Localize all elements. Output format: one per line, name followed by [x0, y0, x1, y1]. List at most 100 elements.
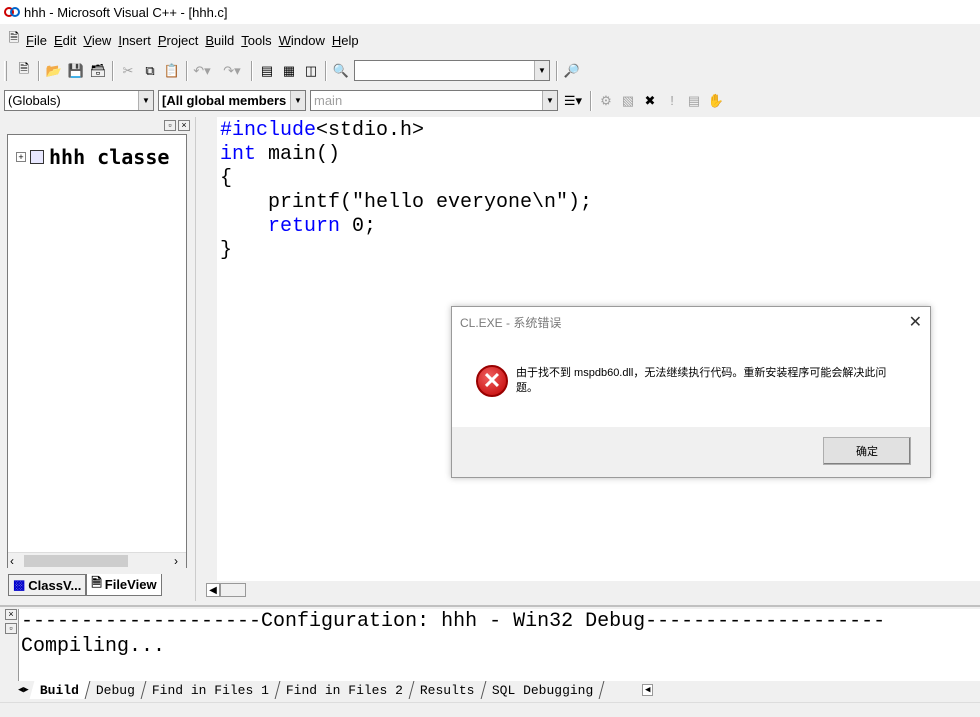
find-in-files-icon[interactable]: 🔍 [330, 60, 352, 82]
menu-help[interactable]: Help [332, 33, 359, 48]
scroll-left-icon[interactable]: ◀ [206, 583, 220, 597]
redo-icon[interactable]: ↷▾ [221, 60, 243, 82]
execute-icon[interactable]: ! [661, 90, 683, 112]
tab-scroll-left-icon[interactable]: ◀▶ [18, 685, 29, 695]
cut-icon[interactable]: ✂ [117, 60, 139, 82]
paste-icon[interactable]: 📋 [161, 60, 183, 82]
build-icon[interactable]: ▧ [617, 90, 639, 112]
go-icon[interactable]: ▤ [683, 90, 705, 112]
error-icon: ✕ [476, 365, 508, 397]
toolbar-separator [186, 60, 188, 81]
tab-find-in-files-2[interactable]: Find in Files 2 [275, 681, 415, 699]
chevron-down-icon[interactable]: ▼ [534, 61, 549, 80]
output-tabs: ◀▶ Build Debug Find in Files 1 Find in F… [18, 681, 718, 699]
close-icon[interactable]: × [5, 609, 17, 620]
title-bar: hhh - Microsoft Visual C++ - [hhh.c] [0, 0, 980, 24]
source-code[interactable]: #include<stdio.h> int main() { printf("h… [220, 119, 592, 263]
find-combo[interactable]: ▼ [354, 60, 550, 81]
menu-window[interactable]: Window [279, 33, 325, 48]
workspace-icon[interactable]: ▤ [256, 60, 278, 82]
window-list-icon[interactable]: ◫ [300, 60, 322, 82]
tab-build[interactable]: Build [29, 681, 91, 699]
menu-edit[interactable]: Edit [54, 33, 76, 48]
tab-sql-debugging[interactable]: SQL Debugging [481, 681, 605, 699]
wizard-bar: (Globals) ▼ [All global members ▼ main ▼… [0, 87, 980, 114]
output-text[interactable]: --------------------Configuration: hhh -… [18, 609, 980, 681]
tab-find-in-files-1[interactable]: Find in Files 1 [141, 681, 281, 699]
menu-tools[interactable]: Tools [241, 33, 271, 48]
output-window-icon[interactable]: ▦ [278, 60, 300, 82]
function-combo[interactable]: main ▼ [310, 90, 558, 111]
close-icon[interactable]: × [178, 119, 190, 131]
error-dialog: CL.EXE - 系统错误 ✕ ✕ 由于找不到 mspdb60.dll，无法继续… [451, 306, 931, 478]
expand-icon[interactable]: + [16, 152, 26, 162]
open-folder-icon[interactable]: 📂 [43, 60, 65, 82]
tab-results[interactable]: Results [409, 681, 486, 699]
chevron-down-icon[interactable]: ▼ [542, 91, 557, 110]
menu-file[interactable]: File [26, 33, 47, 48]
menu-insert[interactable]: Insert [118, 33, 151, 48]
window-title: hhh - Microsoft Visual C++ - [hhh.c] [24, 4, 228, 20]
breakpoint-hand-icon[interactable]: ✋ [705, 90, 727, 112]
fileview-icon: 🗎 [91, 574, 102, 590]
scroll-right-icon[interactable]: › [174, 554, 178, 568]
scrollbar-thumb[interactable] [220, 583, 246, 597]
code-keyword: int [220, 143, 257, 166]
save-all-icon[interactable]: 🗃 [87, 60, 109, 82]
class-tree[interactable]: + hhh classe [7, 134, 187, 568]
wizard-action-icon[interactable]: ☰▾ [562, 90, 584, 112]
standard-toolbar: 🗎 📂 💾 🗃 ✂ ⧉ 📋 ↶▾ ↷▾ ▤ ▦ ◫ 🔍 ▼ 🔎 [0, 56, 606, 85]
toolbar-separator [556, 60, 558, 81]
menu-build[interactable]: Build [205, 33, 234, 48]
tab-classview[interactable]: ▩ ClassV... [8, 574, 87, 596]
menu-project[interactable]: Project [158, 33, 198, 48]
menu-view[interactable]: View [83, 33, 111, 48]
tab-debug[interactable]: Debug [85, 681, 147, 699]
new-text-file-icon[interactable]: 🗎 [13, 60, 35, 82]
code-keyword: #include [220, 119, 317, 142]
tree-root-label: hhh classe [49, 145, 170, 169]
stop-build-icon[interactable]: ✖ [639, 90, 661, 112]
build-output: --------------------Configuration: hhh -… [21, 610, 886, 658]
save-icon[interactable]: 💾 [65, 60, 87, 82]
toolbar-separator [325, 60, 327, 81]
dialog-title: CL.EXE - 系统错误 [460, 315, 562, 330]
scope-combo[interactable]: (Globals) ▼ [4, 90, 154, 111]
restore-icon[interactable]: ▫ [164, 119, 176, 131]
classview-icon: ▩ [13, 577, 26, 592]
compile-icon[interactable]: ⚙ [595, 90, 617, 112]
toolbar-separator [112, 60, 114, 81]
close-icon[interactable]: ✕ [909, 312, 922, 332]
toolbar-separator [590, 90, 592, 111]
toolbar-separator [38, 60, 40, 81]
members-combo[interactable]: [All global members ▼ [158, 90, 306, 111]
scope-value: (Globals) [8, 93, 61, 108]
toolbar-grip[interactable] [4, 60, 7, 81]
menu-bar: 🗎 File Edit View Insert Project Build To… [0, 27, 980, 53]
workspace-pane-header: ▫ × [4, 119, 190, 131]
restore-icon[interactable]: ▫ [5, 623, 17, 634]
dialog-title-bar: CL.EXE - 系统错误 ✕ [452, 307, 930, 337]
dialog-body: ✕ 由于找不到 mspdb60.dll，无法继续执行代码。重新安装程序可能会解决… [452, 337, 930, 427]
chevron-down-icon[interactable]: ▼ [138, 91, 153, 110]
tab-fileview[interactable]: 🗎 FileView [86, 574, 162, 596]
dialog-message: 由于找不到 mspdb60.dll，无法继续执行代码。重新安装程序可能会解决此问… [516, 367, 887, 394]
status-bar [0, 702, 980, 717]
search-icon[interactable]: 🔎 [561, 60, 583, 82]
output-scroll-left-icon[interactable]: ◀ [641, 684, 654, 696]
scroll-left-icon[interactable]: ‹ [10, 554, 14, 568]
toolbar-separator [251, 60, 253, 81]
tree-horizontal-scrollbar[interactable]: ‹ › [8, 552, 186, 568]
chevron-down-icon[interactable]: ▼ [290, 91, 305, 110]
copy-icon[interactable]: ⧉ [139, 60, 161, 82]
scrollbar-thumb[interactable] [24, 554, 128, 567]
app-icon [4, 7, 20, 17]
pane-splitter[interactable] [195, 117, 217, 601]
tree-root-item[interactable]: + hhh classe [16, 145, 169, 169]
function-value: main [314, 93, 343, 108]
document-icon[interactable]: 🗎 [6, 29, 22, 51]
ok-button[interactable]: 确定 [823, 437, 911, 465]
code-keyword: return [268, 215, 341, 238]
undo-icon[interactable]: ↶▾ [191, 60, 213, 82]
editor-horizontal-scrollbar[interactable]: ◀ [200, 581, 980, 599]
